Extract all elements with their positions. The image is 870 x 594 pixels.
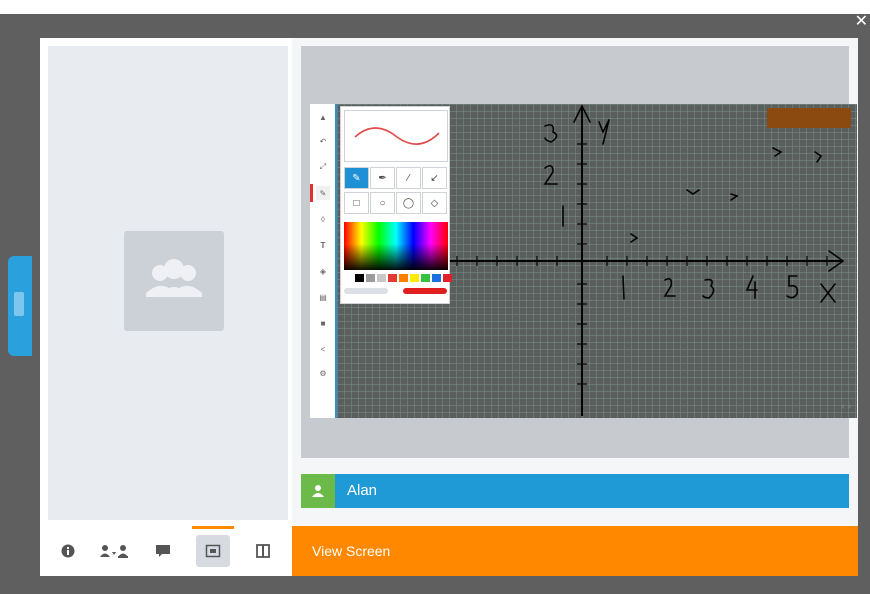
save-icon[interactable]: ▤ [316, 290, 330, 304]
color-swatch[interactable] [344, 274, 353, 282]
stroke-preview [344, 110, 448, 162]
eraser-icon[interactable]: ◊ [316, 212, 330, 226]
shared-screen: ▲ ↶ ⤢ ✎ ◊ T ◈ ▤ ■ < ⚙ ‹ › ✎ ✒ ⁄ ↙ □ ○ ◯ … [301, 46, 857, 458]
active-tool-marker [310, 184, 313, 202]
lock-icon[interactable]: ■ [316, 316, 330, 330]
color-swatch[interactable] [399, 274, 408, 282]
grip-icon [14, 292, 24, 316]
pen-tool-pencil[interactable]: ✎ [344, 167, 369, 189]
shape-tool-ellipse[interactable]: ◯ [396, 192, 421, 214]
color-swatch[interactable] [410, 274, 419, 282]
pen-tool-marker[interactable]: ✒ [370, 167, 395, 189]
color-swatch[interactable] [443, 274, 452, 282]
color-swatch[interactable] [421, 274, 430, 282]
top-band [0, 0, 870, 14]
page-arrows[interactable]: ‹ › [842, 401, 851, 412]
text-icon[interactable]: T [316, 238, 330, 252]
shape-tool-circle[interactable]: ○ [370, 192, 395, 214]
pen-palette: ✎ ✒ ⁄ ↙ □ ○ ◯ ◇ [340, 106, 452, 304]
bottom-toolbar [40, 526, 292, 576]
pen-tool-line[interactable]: ⁄ [396, 167, 421, 189]
color-swatch[interactable] [355, 274, 364, 282]
info-icon[interactable] [57, 542, 79, 560]
color-swatch[interactable] [432, 274, 441, 282]
view-screen-button[interactable]: View Screen [292, 526, 858, 576]
shape-icon[interactable]: ◈ [316, 264, 330, 278]
participant-name-bar: Alan [301, 474, 849, 508]
pointer-icon[interactable]: ▲ [316, 110, 330, 124]
screen-view-area: ▲ ↶ ⤢ ✎ ◊ T ◈ ▤ ■ < ⚙ ‹ › ✎ ✒ ⁄ ↙ □ ○ ◯ … [292, 38, 858, 576]
color-swatches [344, 274, 454, 282]
close-icon[interactable]: ✕ [855, 14, 868, 30]
color-swatch[interactable] [366, 274, 375, 282]
group-icon [146, 259, 202, 297]
pen-icon[interactable]: ✎ [316, 186, 330, 200]
expand-icon[interactable]: ⤢ [316, 160, 330, 174]
share-icon[interactable]: < [316, 342, 330, 356]
participant-panel [48, 46, 288, 520]
shape-tool-polygon[interactable]: ◇ [422, 192, 447, 214]
chat-icon[interactable] [152, 542, 174, 560]
shape-tool-rectangle[interactable]: □ [344, 192, 369, 214]
whiteboard-toolbar: ▲ ↶ ⤢ ✎ ◊ T ◈ ▤ ■ < ⚙ [310, 104, 337, 418]
size-slider[interactable] [403, 288, 447, 294]
pen-tool-arrow[interactable]: ↙ [422, 167, 447, 189]
group-avatar [124, 231, 224, 331]
color-swatch[interactable] [388, 274, 397, 282]
color-swatch[interactable] [377, 274, 386, 282]
undo-icon[interactable]: ↶ [316, 134, 330, 148]
participant-name: Alan [347, 482, 378, 499]
screen-share-modal: ▲ ↶ ⤢ ✎ ◊ T ◈ ▤ ■ < ⚙ ‹ › ✎ ✒ ⁄ ↙ □ ○ ◯ … [40, 38, 858, 576]
side-panel-tab[interactable] [8, 256, 32, 356]
view-screen-label: View Screen [312, 543, 391, 559]
layout-icon[interactable] [252, 542, 274, 560]
opacity-slider[interactable] [344, 288, 388, 294]
settings-icon[interactable]: ⚙ [316, 366, 330, 380]
screen-share-icon[interactable] [202, 542, 224, 560]
participants-icon[interactable] [98, 542, 132, 560]
user-icon [301, 474, 335, 508]
color-spectrum[interactable] [344, 222, 448, 270]
active-indicator [192, 526, 234, 529]
